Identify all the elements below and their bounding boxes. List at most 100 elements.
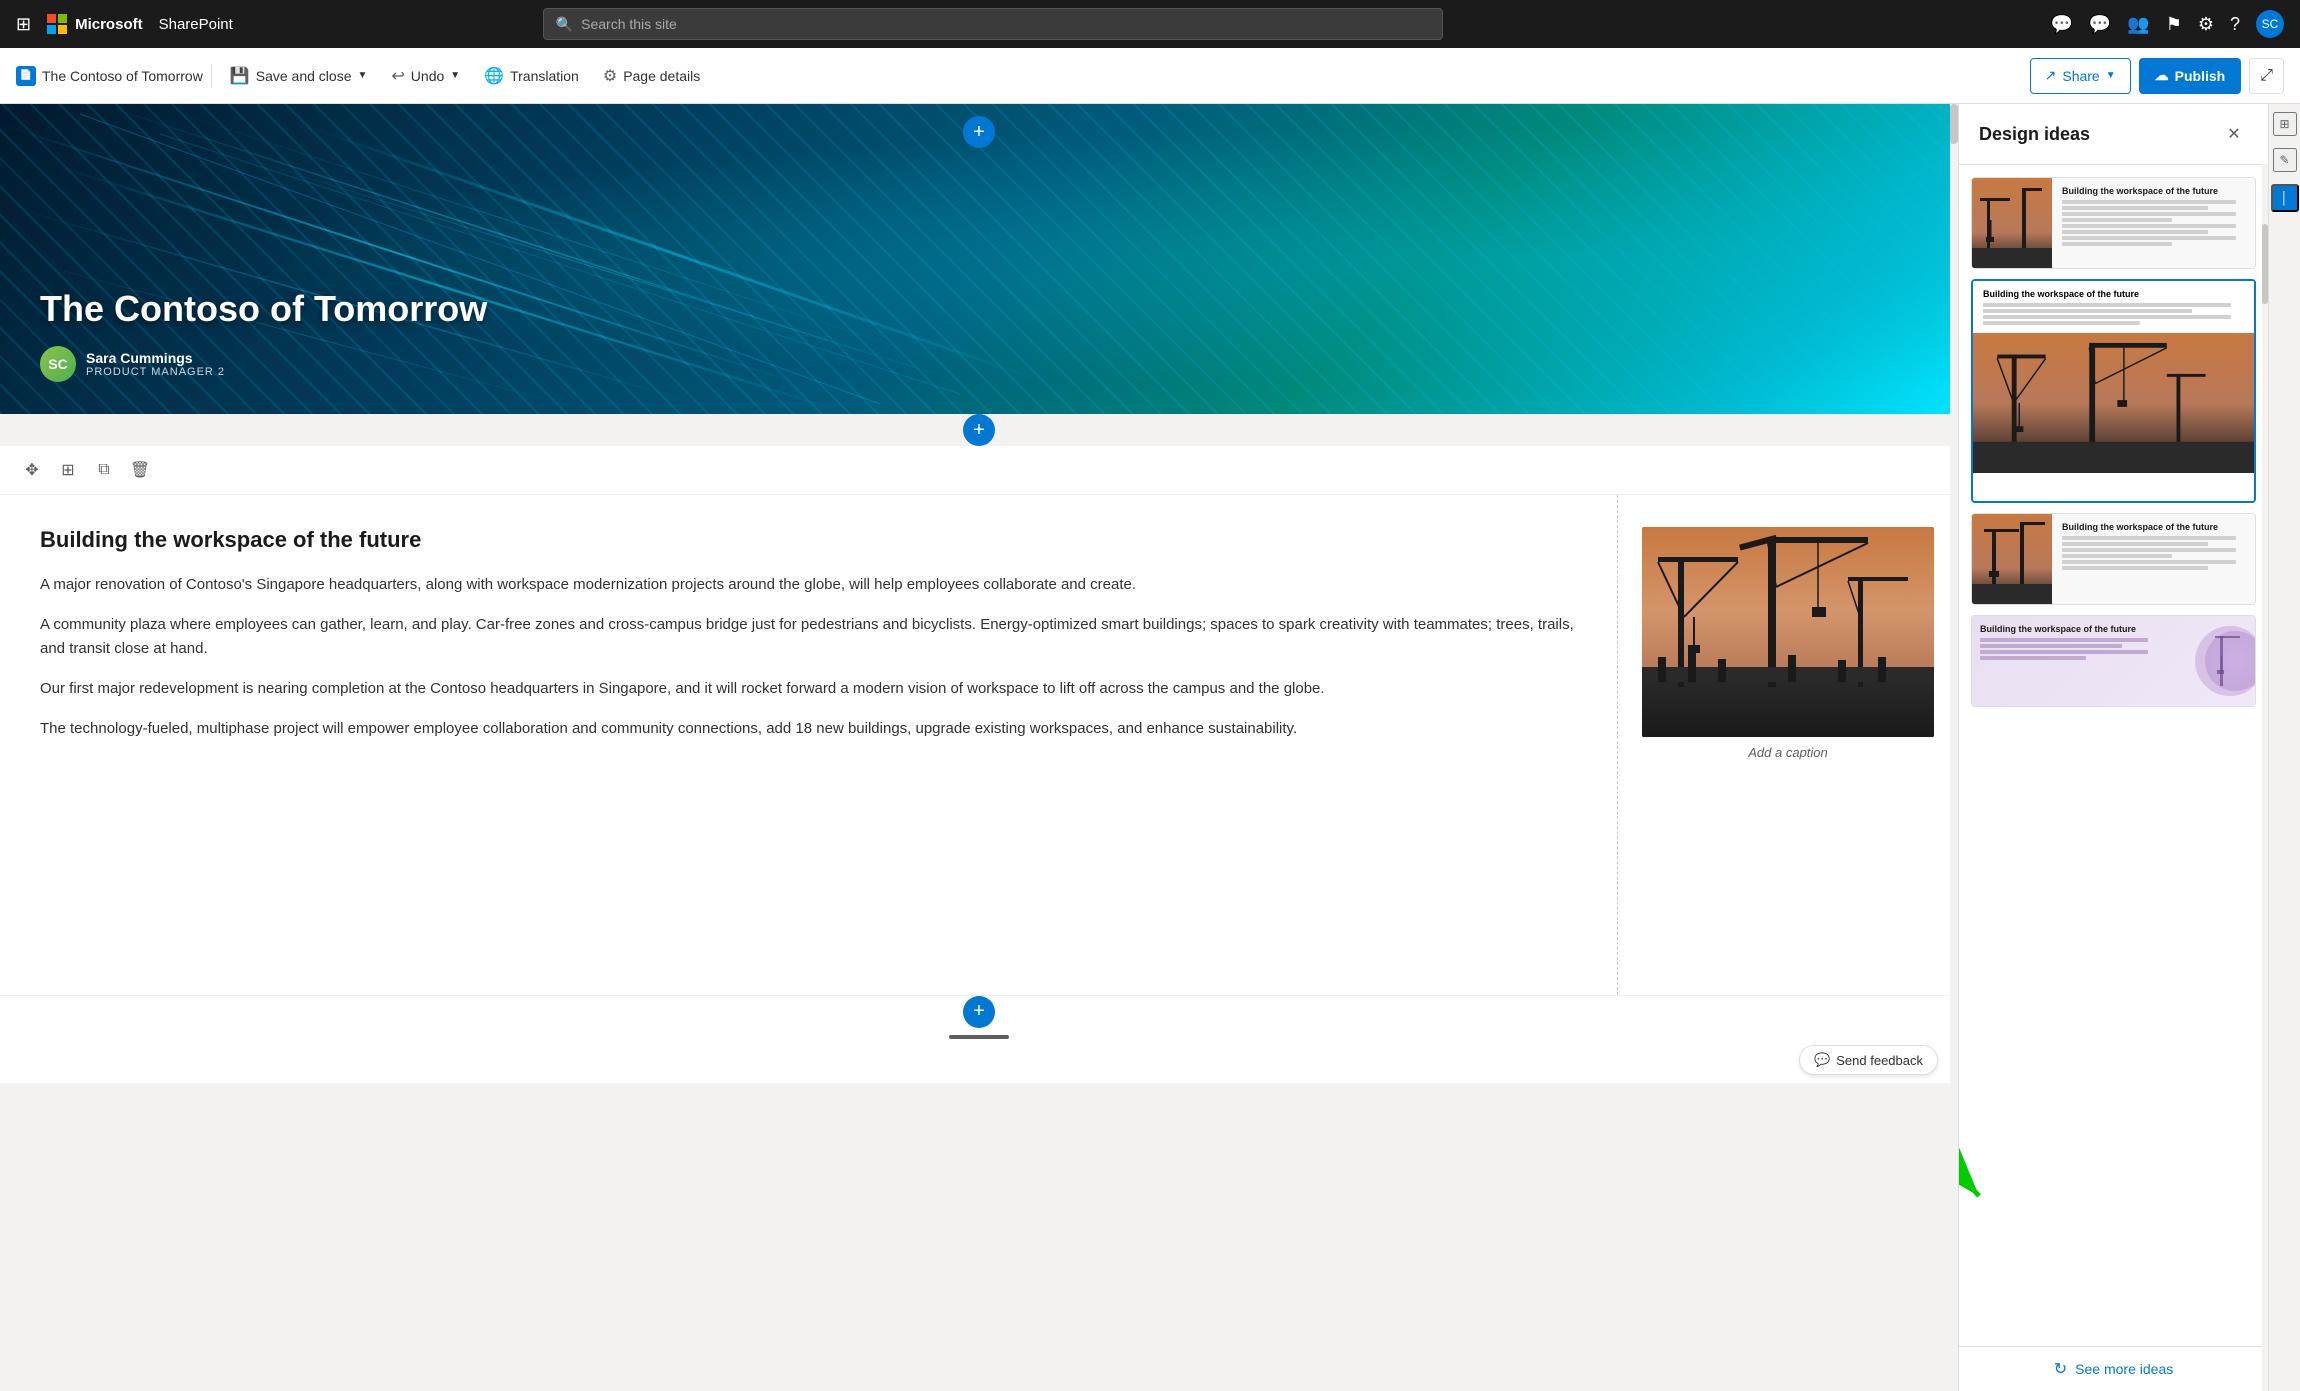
author-avatar-initials: SC xyxy=(40,346,76,382)
content-body: Building the workspace of the future A m… xyxy=(0,495,1958,995)
translation-button[interactable]: 🌐 Translation xyxy=(474,58,589,94)
text-line xyxy=(2062,542,2208,546)
design-ideas-panel: Design ideas ✕ xyxy=(1958,104,2268,1391)
publish-button[interactable]: ☁ Publish xyxy=(2139,58,2242,94)
send-feedback-button[interactable]: 💬 Send feedback xyxy=(1799,1045,1938,1075)
page-title-label: The Contoso of Tomorrow xyxy=(42,68,203,84)
design-panel-close-button[interactable]: ✕ xyxy=(2220,120,2248,148)
save-close-button[interactable]: 💾 Save and close ▼ xyxy=(220,58,378,94)
design-card-4[interactable]: Building the workspace of the future xyxy=(1971,615,2256,707)
feedback-area: 💬 Send feedback xyxy=(0,1045,1958,1075)
design-card-4-image xyxy=(2165,616,2255,706)
tooltip-icon[interactable]: 💬 xyxy=(2050,14,2072,35)
design-card-3-title: Building the workspace of the future xyxy=(2062,522,2245,532)
delete-button[interactable]: 🗑 xyxy=(124,454,156,486)
people-icon[interactable]: 👥 xyxy=(2127,14,2149,35)
expand-button[interactable]: ⤢ xyxy=(2249,58,2284,94)
design-card-1-inner: Building the workspace of the future xyxy=(1972,178,2255,268)
panel-icon-1[interactable]: ⊞ xyxy=(2273,112,2297,136)
right-thin-panel: ⊞ ✎ │ xyxy=(2268,104,2300,1391)
design-panel-content[interactable]: Building the workspace of the future xyxy=(1959,165,2268,1346)
flag-icon[interactable]: ⚑ xyxy=(2166,14,2182,35)
logo-quadrant-yellow xyxy=(58,25,67,34)
content-para-4: The technology-fueled, multiphase projec… xyxy=(40,717,1577,741)
author-avatar: SC xyxy=(40,346,76,382)
design-card-4-title: Building the workspace of the future xyxy=(1980,624,2157,634)
design-card-3-inner: Building the workspace of the future xyxy=(1972,514,2255,604)
design-card-1[interactable]: Building the workspace of the future xyxy=(1971,177,2256,269)
design-panel-scroll-thumb[interactable] xyxy=(2262,224,2268,304)
page-editor[interactable]: + The Contoso of Tomorrow SC Sara Cummin… xyxy=(0,104,1958,1391)
image-caption[interactable]: Add a caption xyxy=(1642,745,1934,760)
move-button[interactable]: ✥ xyxy=(16,454,48,486)
page-scrollbar-thumb[interactable] xyxy=(1950,104,1958,144)
content-toolbar: ✥ ⊞ ⧉ 🗑 xyxy=(0,446,1958,495)
design-card-3-svg xyxy=(1972,514,2052,604)
bottom-bar: ✕ 💬 Send feedback xyxy=(0,1027,1958,1083)
add-section-bar-top: + xyxy=(0,414,1958,446)
author-info: Sara Cummings PRODUCT MANAGER 2 xyxy=(86,350,225,378)
add-section-bottom-button[interactable]: + xyxy=(963,996,995,1028)
search-bar[interactable]: 🔍 xyxy=(543,8,1443,40)
content-para-2: A community plaza where employees can ga… xyxy=(40,613,1577,661)
design-card-2-header: Building the workspace of the future xyxy=(1973,281,2254,333)
share-icon: ↗ xyxy=(2045,67,2057,84)
author-role: PRODUCT MANAGER 2 xyxy=(86,366,225,378)
hero-author-area: SC Sara Cummings PRODUCT MANAGER 2 xyxy=(40,346,487,382)
add-section-top-button[interactable]: + xyxy=(963,414,995,446)
text-line xyxy=(2062,536,2236,540)
see-more-ideas-button[interactable]: ↻ See more ideas xyxy=(2054,1359,2173,1379)
design-panel-scrollbar[interactable] xyxy=(2262,164,2268,1391)
content-section: ✥ ⊞ ⧉ 🗑 Building the workspace of the fu… xyxy=(0,446,1958,995)
undo-button[interactable]: ↩ Undo ▼ xyxy=(381,58,470,94)
nav-icons-area: 💬 💬 👥 ⚑ ⚙ ? SC xyxy=(2050,10,2284,38)
see-more-label: See more ideas xyxy=(2075,1361,2173,1377)
text-line xyxy=(1983,309,2192,313)
duplicate-button[interactable]: ⧉ xyxy=(88,454,120,486)
panel-icon-3[interactable]: │ xyxy=(2271,184,2299,212)
scroll-thumb xyxy=(949,1035,1009,1039)
user-avatar[interactable]: SC xyxy=(2256,10,2284,38)
apps-launcher-button[interactable]: ⊞ xyxy=(16,14,31,35)
scroll-row: ✕ xyxy=(949,1035,1009,1039)
design-card-3[interactable]: Building the workspace of the future xyxy=(1971,513,2256,605)
save-close-label: Save and close xyxy=(256,68,352,84)
undo-icon: ↩ xyxy=(391,66,404,86)
top-navigation: ⊞ Microsoft SharePoint 🔍 💬 💬 👥 ⚑ ⚙ ? SC xyxy=(0,0,2300,48)
help-icon[interactable]: ? xyxy=(2230,14,2240,35)
design-card-2-text xyxy=(1983,303,2244,325)
search-input[interactable] xyxy=(581,16,1430,32)
design-card-2[interactable]: Building the workspace of the future xyxy=(1971,279,2256,503)
microsoft-logo xyxy=(47,14,67,34)
page-scrollbar[interactable] xyxy=(1950,104,1958,1391)
page-details-button[interactable]: ⚙ Page details xyxy=(593,58,710,94)
hero-add-top-button[interactable]: + xyxy=(963,116,995,148)
main-area: + The Contoso of Tomorrow SC Sara Cummin… xyxy=(0,104,2300,1391)
text-line xyxy=(2062,548,2236,552)
share-label: Share xyxy=(2062,68,2099,84)
author-name: Sara Cummings xyxy=(86,350,225,366)
design-card-1-title: Building the workspace of the future xyxy=(2062,186,2245,196)
hero-section[interactable]: + The Contoso of Tomorrow SC Sara Cummin… xyxy=(0,104,1958,414)
section-heading: Building the workspace of the future xyxy=(40,527,1577,553)
text-line xyxy=(1983,315,2231,319)
hero-content-area: The Contoso of Tomorrow SC Sara Cummings… xyxy=(40,288,487,382)
share-button[interactable]: ↗ Share ▼ xyxy=(2030,58,2131,94)
panel-icon-2[interactable]: ✎ xyxy=(2273,148,2297,172)
design-card-3-lines xyxy=(2062,536,2245,570)
page-name-area: 📄 The Contoso of Tomorrow xyxy=(16,66,203,86)
design-card-2-inner: Building the workspace of the future xyxy=(1973,281,2254,501)
page-details-label: Page details xyxy=(623,68,700,84)
design-panel-header: Design ideas ✕ xyxy=(1959,104,2268,165)
settings-icon[interactable]: ⚙ xyxy=(2198,14,2214,35)
chat-icon[interactable]: 💬 xyxy=(2089,14,2111,35)
search-icon: 🔍 xyxy=(556,16,573,33)
text-line xyxy=(1980,656,2086,660)
content-left-column[interactable]: Building the workspace of the future A m… xyxy=(0,495,1618,995)
edit-layout-button[interactable]: ⊞ xyxy=(52,454,84,486)
content-right-column[interactable]: Add a caption xyxy=(1618,495,1958,995)
toolbar-right-area: ↗ Share ▼ ☁ Publish ⤢ xyxy=(2030,58,2284,94)
design-card-1-text: Building the workspace of the future xyxy=(2052,178,2255,268)
text-line xyxy=(2062,230,2208,234)
publish-icon: ☁ xyxy=(2155,67,2169,84)
